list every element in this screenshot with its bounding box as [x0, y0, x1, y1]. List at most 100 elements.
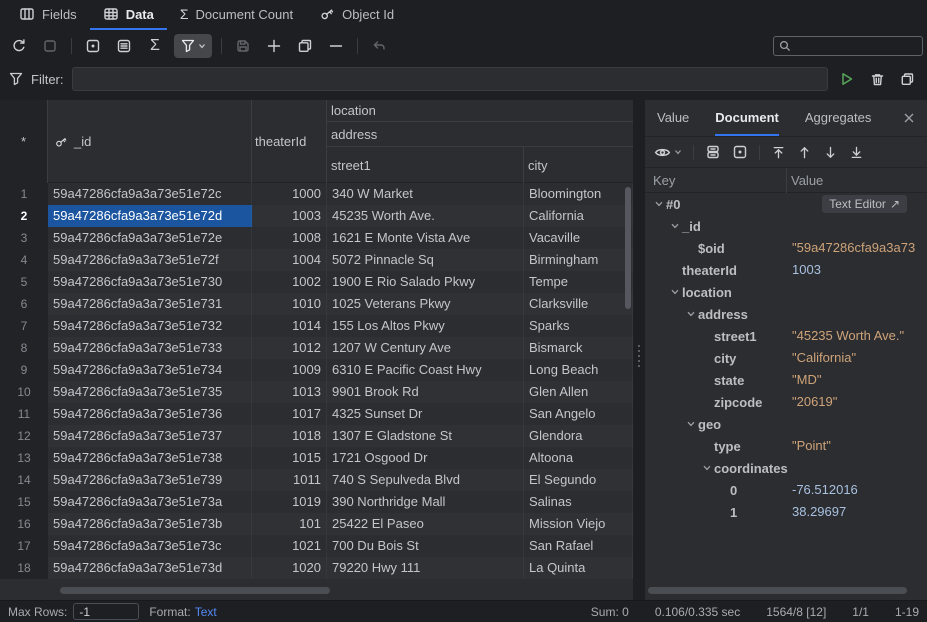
tree-key[interactable]: coordinates [714, 461, 788, 476]
cell-id[interactable]: 59a47286cfa9a3a73e51e72c [48, 183, 252, 205]
delete-row-button[interactable] [324, 34, 348, 58]
cell-theaterId[interactable]: 1020 [252, 557, 327, 579]
tab-fields[interactable]: Fields [6, 0, 90, 30]
row-number[interactable]: 6 [0, 293, 48, 315]
cell-theaterId[interactable]: 1013 [252, 381, 327, 403]
cell-id[interactable]: 59a47286cfa9a3a73e51e730 [48, 271, 252, 293]
row-number[interactable]: 2 [0, 205, 48, 227]
cell-theaterId[interactable]: 1021 [252, 535, 327, 557]
tree-key[interactable]: location [682, 285, 732, 300]
cell-theaterId[interactable]: 1011 [252, 469, 327, 491]
cell-street1[interactable]: 45235 Worth Ave. [327, 205, 524, 227]
cell-city[interactable]: Birmingham [524, 249, 633, 271]
search-input[interactable] [795, 39, 917, 53]
row-number[interactable]: 9 [0, 359, 48, 381]
tree-key[interactable]: 1 [730, 505, 737, 520]
cell-street1[interactable]: 5072 Pinnacle Sq [327, 249, 524, 271]
cell-id[interactable]: 59a47286cfa9a3a73e51e73b [48, 513, 252, 535]
row-number[interactable]: 5 [0, 271, 48, 293]
column-header-id[interactable]: _id [48, 100, 252, 183]
column-header-location[interactable]: location [327, 100, 633, 122]
tab-object-id[interactable]: Object Id [306, 0, 407, 30]
cell-theaterId[interactable]: 101 [252, 513, 327, 535]
cell-street1[interactable]: 1207 W Century Ave [327, 337, 524, 359]
row-number[interactable]: 10 [0, 381, 48, 403]
column-header-city[interactable]: city [524, 147, 633, 183]
cell-street1[interactable]: 700 Du Bois St [327, 535, 524, 557]
cell-street1[interactable]: 1307 E Gladstone St [327, 425, 524, 447]
cell-id[interactable]: 59a47286cfa9a3a73e51e732 [48, 315, 252, 337]
undo-button[interactable] [367, 34, 391, 58]
cell-street1[interactable]: 4325 Sunset Dr [327, 403, 524, 425]
cell-street1[interactable]: 1900 E Rio Salado Pkwy [327, 271, 524, 293]
panel-splitter[interactable] [633, 100, 645, 600]
column-header-theaterid[interactable]: theaterId [252, 100, 327, 183]
cell-theaterId[interactable]: 1008 [252, 227, 327, 249]
chevron-down-icon[interactable] [667, 221, 682, 231]
tree-key[interactable]: address [698, 307, 748, 322]
row-number[interactable]: 7 [0, 315, 48, 337]
row-number[interactable]: 16 [0, 513, 48, 535]
row-number[interactable]: 1 [0, 183, 48, 205]
cell-city[interactable]: Long Beach [524, 359, 633, 381]
cell-street1[interactable]: 1025 Veterans Pkwy [327, 293, 524, 315]
cell-theaterId[interactable]: 1009 [252, 359, 327, 381]
cell-theaterId[interactable]: 1003 [252, 205, 327, 227]
cell-id[interactable]: 59a47286cfa9a3a73e51e736 [48, 403, 252, 425]
tree-key[interactable]: city [714, 351, 736, 366]
cell-city[interactable]: San Angelo [524, 403, 633, 425]
tree-key[interactable]: zipcode [714, 395, 762, 410]
cell-id[interactable]: 59a47286cfa9a3a73e51e73d [48, 557, 252, 579]
cell-street1[interactable]: 1721 Osgood Dr [327, 447, 524, 469]
cell-street1[interactable]: 390 Northridge Mall [327, 491, 524, 513]
row-number[interactable]: 18 [0, 557, 48, 579]
panel-tab-aggregates[interactable]: Aggregates [805, 100, 872, 136]
tree-key[interactable]: type [714, 439, 741, 454]
cell-city[interactable]: El Segundo [524, 469, 633, 491]
cell-city[interactable]: Glen Allen [524, 381, 633, 403]
cell-street1[interactable]: 6310 E Pacific Coast Hwy [327, 359, 524, 381]
cell-id[interactable]: 59a47286cfa9a3a73e51e733 [48, 337, 252, 359]
cell-id[interactable]: 59a47286cfa9a3a73e51e739 [48, 469, 252, 491]
max-rows-input[interactable] [73, 603, 139, 620]
view-as-book-button[interactable] [705, 144, 721, 160]
value-column-header[interactable]: Value [787, 173, 823, 188]
cell-theaterId[interactable]: 1019 [252, 491, 327, 513]
view-options-button[interactable] [654, 144, 682, 161]
cell-city[interactable]: Glendora [524, 425, 633, 447]
cell-city[interactable]: Vacaville [524, 227, 633, 249]
single-record-button[interactable] [732, 144, 748, 160]
column-header-street1[interactable]: street1 [327, 147, 524, 183]
tree-value[interactable]: -76.512016 [792, 479, 927, 501]
tree-key[interactable]: $oid [698, 241, 725, 256]
row-number[interactable]: 4 [0, 249, 48, 271]
cell-id[interactable]: 59a47286cfa9a3a73e51e73c [48, 535, 252, 557]
panel-tab-value[interactable]: Value [657, 100, 689, 136]
filter-history-button[interactable] [896, 68, 918, 90]
tree-key[interactable]: geo [698, 417, 721, 432]
save-button[interactable] [231, 34, 255, 58]
tree-value[interactable]: "20619" [792, 391, 927, 413]
tree-value[interactable]: "MD" [792, 369, 927, 391]
tree-value[interactable]: 38.29697 [792, 501, 927, 523]
text-view-button[interactable] [112, 34, 136, 58]
tab-data[interactable]: Data [90, 0, 167, 30]
cell-id[interactable]: 59a47286cfa9a3a73e51e72d [48, 205, 252, 227]
cell-city[interactable]: Clarksville [524, 293, 633, 315]
cell-street1[interactable]: 25422 El Paseo [327, 513, 524, 535]
column-header-address[interactable]: address [327, 122, 633, 147]
panel-horizontal-scrollbar[interactable] [648, 587, 907, 594]
horizontal-scrollbar[interactable] [60, 587, 330, 594]
cell-id[interactable]: 59a47286cfa9a3a73e51e72f [48, 249, 252, 271]
cell-city[interactable]: Sparks [524, 315, 633, 337]
cell-theaterId[interactable]: 1014 [252, 315, 327, 337]
cell-street1[interactable]: 340 W Market [327, 183, 524, 205]
cell-city[interactable]: California [524, 205, 633, 227]
search-field[interactable] [773, 36, 923, 56]
tree-value[interactable]: "California" [792, 347, 927, 369]
cell-theaterId[interactable]: 1018 [252, 425, 327, 447]
cell-theaterId[interactable]: 1004 [252, 249, 327, 271]
refresh-button[interactable] [7, 34, 31, 58]
chevron-down-icon[interactable] [683, 419, 698, 429]
chevron-down-icon[interactable] [667, 287, 682, 297]
